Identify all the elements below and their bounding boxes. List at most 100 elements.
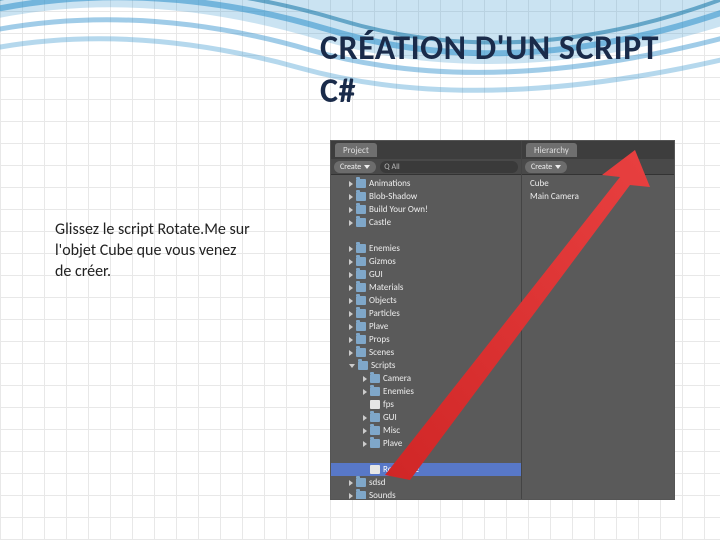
expand-icon xyxy=(349,493,353,499)
project-item[interactable]: Enemies xyxy=(331,242,521,255)
hierarchy-item[interactable]: Cube xyxy=(522,177,674,190)
project-item[interactable]: Objects xyxy=(331,294,521,307)
project-item[interactable] xyxy=(331,229,521,242)
expand-icon xyxy=(349,272,353,278)
expand-icon xyxy=(349,298,353,304)
title-line-1: CRÉATION D'UN SCRIPT xyxy=(320,28,659,69)
expand-icon xyxy=(349,311,353,317)
folder-icon xyxy=(356,491,366,499)
project-item[interactable]: Plave xyxy=(331,320,521,333)
project-item[interactable]: Particles xyxy=(331,307,521,320)
project-tab[interactable]: Project xyxy=(335,143,377,157)
folder-icon xyxy=(356,244,366,253)
project-item[interactable]: Gizmos xyxy=(331,255,521,268)
project-search-input[interactable]: Q All xyxy=(380,161,518,173)
script-icon xyxy=(370,465,380,474)
create-button-hierarchy[interactable]: Create xyxy=(525,161,567,173)
item-label: Animations xyxy=(369,178,410,189)
expand-icon xyxy=(349,259,353,265)
item-label: Sounds xyxy=(369,490,396,499)
project-item[interactable]: Sounds xyxy=(331,489,521,499)
item-label: Materials xyxy=(369,282,403,293)
item-label: GUI xyxy=(383,412,397,423)
item-label: Plave xyxy=(369,321,388,332)
folder-icon xyxy=(356,309,366,318)
item-label: Scenes xyxy=(369,347,394,358)
project-item[interactable]: Build Your Own! xyxy=(331,203,521,216)
item-label: sdsd xyxy=(369,477,386,488)
project-item[interactable]: Animations xyxy=(331,177,521,190)
item-label: Gizmos xyxy=(369,256,396,267)
project-item[interactable]: fps xyxy=(331,398,521,411)
slide-title: CRÉATION D'UN SCRIPT C# xyxy=(320,28,700,113)
hierarchy-tree[interactable]: Cube Main Camera xyxy=(522,175,674,499)
project-item[interactable]: GUI xyxy=(331,268,521,281)
hierarchy-tabbar: Hierarchy xyxy=(522,141,674,159)
folder-icon xyxy=(356,478,366,487)
project-toolbar: Create Q All xyxy=(331,159,521,175)
expand-icon xyxy=(363,389,367,395)
project-item[interactable]: Props xyxy=(331,333,521,346)
hierarchy-tab[interactable]: Hierarchy xyxy=(526,143,577,157)
hierarchy-panel: Hierarchy Create Cube Main Camera xyxy=(521,141,674,499)
hierarchy-toolbar: Create xyxy=(522,159,674,175)
item-label: GUI xyxy=(369,269,383,280)
create-button-project[interactable]: Create xyxy=(334,161,376,173)
project-item[interactable]: Scenes xyxy=(331,346,521,359)
expand-icon xyxy=(349,181,353,187)
collapse-icon xyxy=(349,364,355,368)
project-item[interactable]: Castle xyxy=(331,216,521,229)
folder-icon xyxy=(356,296,366,305)
item-label: RotateMe xyxy=(383,464,419,475)
project-item[interactable]: Enemies xyxy=(331,385,521,398)
folder-icon xyxy=(356,270,366,279)
expand-icon xyxy=(349,350,353,356)
project-item[interactable]: GUI xyxy=(331,411,521,424)
expand-icon xyxy=(349,246,353,252)
item-label: Blob-Shadow xyxy=(369,191,417,202)
project-item[interactable] xyxy=(331,450,521,463)
item-label: fps xyxy=(383,399,394,410)
expand-icon xyxy=(363,415,367,421)
project-tree[interactable]: Animations Blob-Shadow Build Your Own! Cast… xyxy=(331,175,521,499)
item-label: Particles xyxy=(369,308,400,319)
expand-icon xyxy=(349,220,353,226)
item-label: Main Camera xyxy=(530,191,579,202)
project-item[interactable]: Misc xyxy=(331,424,521,437)
item-label: Build Your Own! xyxy=(369,204,428,215)
expand-icon xyxy=(349,337,353,343)
project-item[interactable]: Plave xyxy=(331,437,521,450)
project-item[interactable]: Scripts xyxy=(331,359,521,372)
item-label: Scripts xyxy=(371,360,395,371)
item-label: Castle xyxy=(369,217,391,228)
item-label: Misc xyxy=(383,425,400,436)
title-line-2: C# xyxy=(320,71,356,112)
folder-icon xyxy=(356,205,366,214)
dropdown-arrow-icon xyxy=(364,165,370,169)
folder-icon xyxy=(356,179,366,188)
project-item[interactable]: sdsd xyxy=(331,476,521,489)
project-item[interactable]: Blob-Shadow xyxy=(331,190,521,203)
folder-icon xyxy=(370,413,380,422)
expand-icon xyxy=(349,194,353,200)
item-label: Props xyxy=(369,334,390,345)
item-label: Camera xyxy=(383,373,411,384)
project-panel: Project Create Q All Animations Blob-Shad… xyxy=(331,141,521,499)
expand-icon xyxy=(363,428,367,434)
dropdown-arrow-icon xyxy=(555,165,561,169)
item-label: Cube xyxy=(530,178,549,189)
expand-icon xyxy=(363,376,367,382)
project-item[interactable]: Materials xyxy=(331,281,521,294)
folder-icon xyxy=(356,348,366,357)
item-label: Objects xyxy=(369,295,397,306)
folder-icon xyxy=(356,192,366,201)
project-item[interactable]: RotateMe xyxy=(331,463,521,476)
folder-icon xyxy=(358,361,368,370)
hierarchy-item[interactable]: Main Camera xyxy=(522,190,674,203)
folder-icon xyxy=(356,283,366,292)
expand-icon xyxy=(349,207,353,213)
project-tabbar: Project xyxy=(331,141,521,159)
folder-icon xyxy=(356,322,366,331)
folder-icon xyxy=(356,335,366,344)
project-item[interactable]: Camera xyxy=(331,372,521,385)
